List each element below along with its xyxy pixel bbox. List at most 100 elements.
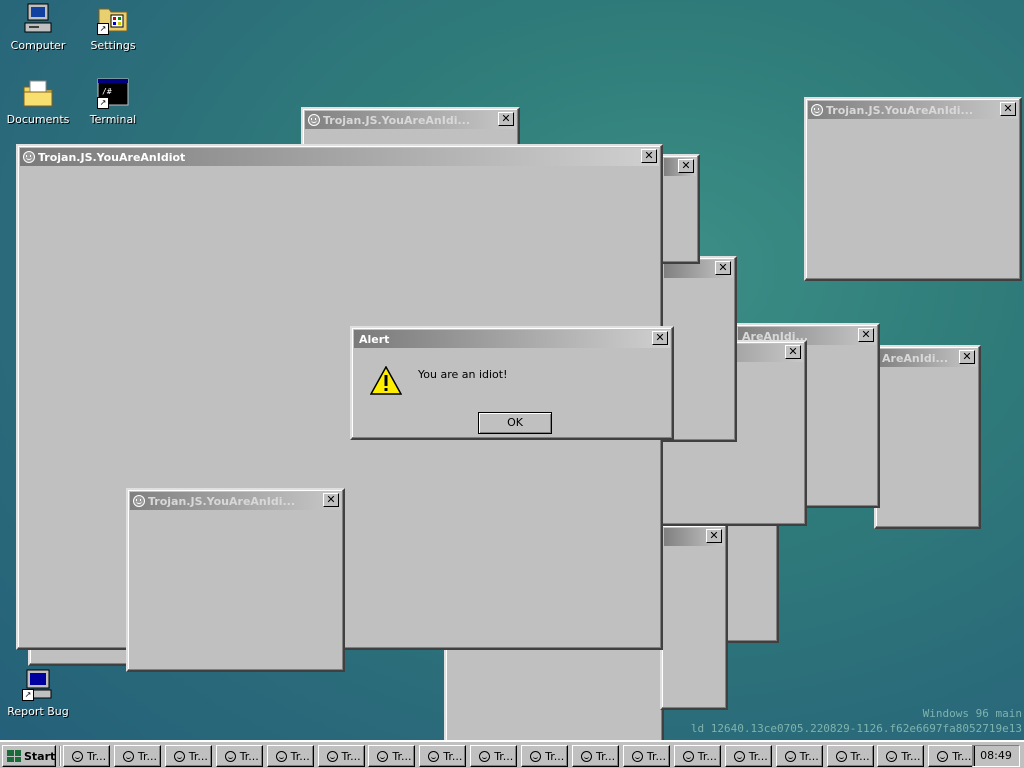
- popup-window[interactable]: ✕: [660, 154, 700, 264]
- task-label: Tr...: [952, 749, 972, 763]
- taskbar-task-button[interactable]: Tr...: [877, 745, 925, 767]
- folder-icon: [22, 77, 54, 109]
- window-titlebar[interactable]: Trojan.JS.YouAreAnIdi...: [808, 101, 1018, 119]
- close-button[interactable]: ✕: [715, 261, 731, 275]
- taskbar-clock: 08:49: [972, 745, 1020, 767]
- close-button[interactable]: ✕: [652, 331, 668, 345]
- task-label: Tr...: [545, 749, 565, 763]
- desktop-icon-label: Terminal: [89, 113, 137, 126]
- smiley-icon: [308, 114, 320, 126]
- taskbar-task-button[interactable]: Tr...: [928, 745, 976, 767]
- task-label: Tr...: [443, 749, 463, 763]
- close-button[interactable]: ✕: [641, 149, 657, 163]
- window-titlebar[interactable]: Trojan.JS.YouAreAnIdiot: [20, 148, 659, 166]
- close-button[interactable]: ✕: [785, 345, 801, 359]
- task-label: Tr...: [748, 749, 768, 763]
- task-label: Tr...: [392, 749, 412, 763]
- smiley-icon: [784, 750, 796, 762]
- desktop-icon-label: Computer: [10, 39, 66, 52]
- smiley-icon: [581, 750, 592, 762]
- alert-titlebar[interactable]: Alert: [354, 330, 670, 348]
- close-button[interactable]: ✕: [858, 328, 874, 342]
- report-bug-icon: ↗: [22, 669, 54, 701]
- close-button[interactable]: ✕: [1000, 102, 1016, 116]
- taskbar-task-button[interactable]: Tr...: [622, 745, 670, 767]
- alert-title: Alert: [359, 332, 390, 346]
- shortcut-arrow-icon: ↗: [97, 97, 109, 109]
- taskbar-task-button[interactable]: Tr...: [572, 745, 619, 767]
- popup-window[interactable]: ✕: [660, 524, 728, 710]
- taskbar-task-button[interactable]: Tr...: [266, 745, 314, 767]
- smiley-icon: [682, 750, 694, 762]
- smiley-icon: [173, 750, 185, 762]
- shortcut-arrow-icon: ↗: [22, 689, 34, 701]
- close-button[interactable]: ✕: [498, 112, 514, 126]
- popup-window[interactable]: Trojan.JS.YouAreAnIdi... ✕: [804, 97, 1022, 281]
- taskbar-task-button[interactable]: Tr...: [826, 745, 874, 767]
- smiley-icon: [72, 750, 83, 762]
- taskbar-task-button[interactable]: Tr...: [673, 745, 721, 767]
- desktop-icon-terminal[interactable]: /# ↗ Terminal: [76, 77, 150, 126]
- task-label: Tr...: [494, 749, 514, 763]
- task-label: Tr...: [850, 749, 870, 763]
- task-label: Tr...: [901, 749, 921, 763]
- smiley-icon: [811, 104, 823, 116]
- smiley-icon: [631, 750, 643, 762]
- close-button[interactable]: ✕: [323, 493, 339, 507]
- taskbar-task-button[interactable]: Tr...: [521, 745, 569, 767]
- start-button[interactable]: Start: [2, 745, 56, 767]
- taskbar-task-button[interactable]: Tr...: [164, 745, 212, 767]
- desktop-icon-label: Settings: [90, 39, 136, 52]
- smiley-icon: [377, 750, 389, 762]
- smiley-icon: [733, 750, 745, 762]
- taskbar-task-button[interactable]: Tr...: [113, 745, 161, 767]
- taskbar: Start Tr... Tr... Tr... Tr... Tr... Tr... Tr..…: [0, 740, 1024, 768]
- taskbar-task-button[interactable]: Tr...: [215, 745, 263, 767]
- task-label: Tr...: [341, 749, 361, 763]
- desktop-icon-report-bug[interactable]: ↗ Report Bug: [1, 669, 75, 718]
- watermark-line-1: Windows 96 main: [922, 707, 1022, 720]
- window-title: Trojan.JS.YouAreAnIdi...: [148, 494, 296, 508]
- desktop: Computer ↗ Settings Documents /# ↗ Termi…: [0, 0, 1024, 740]
- ok-button[interactable]: OK: [478, 412, 552, 434]
- close-button[interactable]: ✕: [706, 529, 722, 543]
- svg-text:/#: /#: [102, 87, 112, 96]
- smiley-icon: [133, 495, 145, 507]
- taskbar-task-button[interactable]: Tr...: [470, 745, 518, 767]
- window-title: Trojan.JS.YouAreAnIdi...: [323, 113, 471, 127]
- taskbar-task-button[interactable]: Tr...: [775, 745, 823, 767]
- task-label: Tr...: [290, 749, 310, 763]
- computer-icon: [22, 3, 54, 35]
- taskbar-task-button[interactable]: Tr...: [419, 745, 467, 767]
- window-title: Trojan.JS.YouAreAnIdiot: [38, 150, 186, 164]
- smiley-icon: [937, 750, 949, 762]
- settings-icon: ↗: [97, 3, 129, 35]
- taskbar-task-button[interactable]: Tr...: [317, 745, 365, 767]
- smiley-icon: [326, 750, 338, 762]
- popup-window[interactable]: Trojan.JS.YouAreAnIdi... ✕: [126, 488, 345, 672]
- task-label: Tr...: [239, 749, 259, 763]
- task-label: Tr...: [87, 749, 107, 763]
- task-label: Tr...: [697, 749, 717, 763]
- task-label: Tr...: [596, 749, 616, 763]
- close-button[interactable]: ✕: [678, 159, 694, 173]
- desktop-icon-settings[interactable]: ↗ Settings: [76, 3, 150, 52]
- warning-icon: [369, 365, 403, 396]
- close-button[interactable]: ✕: [959, 350, 975, 364]
- task-label: Tr...: [137, 749, 157, 763]
- desktop-icon-computer[interactable]: Computer: [1, 3, 75, 52]
- taskbar-task-button[interactable]: Tr...: [63, 745, 110, 767]
- alert-dialog[interactable]: Alert ✕ You are an idiot! OK: [350, 326, 674, 440]
- taskbar-task-button[interactable]: Tr...: [724, 745, 772, 767]
- watermark-line-2: ld 12640.13ce0705.220829-1126.f62e6697fa…: [690, 722, 1022, 735]
- task-label: Tr...: [799, 749, 819, 763]
- popup-window[interactable]: AreAnIdi... ✕: [874, 345, 981, 529]
- window-titlebar[interactable]: Trojan.JS.YouAreAnIdi...: [305, 111, 516, 129]
- taskbar-separator: [59, 746, 61, 766]
- smiley-icon: [122, 750, 134, 762]
- smiley-icon: [886, 750, 898, 762]
- desktop-icon-documents[interactable]: Documents: [1, 77, 75, 126]
- taskbar-task-button[interactable]: Tr...: [368, 745, 416, 767]
- build-watermark: Windows 96 main ld 12640.13ce0705.220829…: [691, 706, 1022, 736]
- window-titlebar[interactable]: Trojan.JS.YouAreAnIdi...: [130, 492, 341, 510]
